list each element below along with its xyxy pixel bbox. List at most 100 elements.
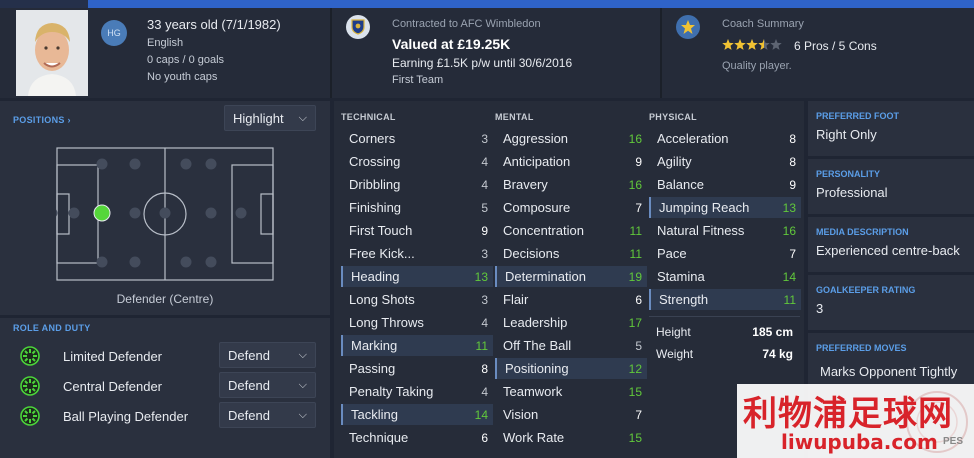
attribute-value: 14 [782,269,796,284]
attribute-name: Acceleration [657,131,729,146]
club-crest-icon[interactable] [346,15,370,39]
attribute-row-technical[interactable]: Penalty Taking 4 [341,381,493,402]
attribute-row-mental[interactable]: Bravery 16 [495,174,647,195]
attribute-row-mental[interactable]: Anticipation 9 [495,151,647,172]
attribute-row-mental[interactable]: Positioning 12 [495,358,647,379]
highlight-dropdown[interactable]: Highlight ⌵ [224,105,316,131]
attribute-name: Aggression [503,131,569,146]
attribute-row-physical[interactable]: Jumping Reach 13 [649,197,801,218]
attribute-row-mental[interactable]: Teamwork 15 [495,381,647,402]
attribute-value: 16 [628,131,642,146]
highlight-dropdown-value: Highlight [233,110,284,126]
homegrown-badge[interactable]: HG [101,20,127,46]
chevron-down-icon: ⌵ [298,378,307,391]
attribute-value: 19 [628,269,642,284]
attribute-row-physical[interactable]: Acceleration 8 [649,128,801,149]
attribute-value: 14 [474,407,488,422]
goalkeeper-rating-label: GOALKEEPER RATING [816,285,916,295]
duty-dropdown[interactable]: Defend ⌵ [219,342,316,368]
player-nationality[interactable]: English [147,37,183,49]
attribute-value: 7 [789,246,796,261]
attribute-row-technical[interactable]: Long Throws 4 [341,312,493,333]
top-strip [0,0,974,8]
attribute-name: Work Rate [503,430,565,445]
chevron-down-icon: ⌵ [298,408,307,421]
attribute-row-mental[interactable]: Determination 19 [495,266,647,287]
coach-star-icon [676,15,700,39]
coach-verdict: Quality player. [722,60,792,72]
weight-label: Weight [656,347,694,361]
attribute-row-mental[interactable]: Vision 7 [495,404,647,425]
duty-dropdown[interactable]: Defend ⌵ [219,372,316,398]
attribute-row-physical[interactable]: Agility 8 [649,151,801,172]
attribute-row-technical[interactable]: Technique 6 [341,427,493,448]
position-name: Defender (Centre) [116,292,214,306]
attribute-row-mental[interactable]: Concentration 11 [495,220,647,241]
player-value: Valued at £19.25K [392,36,511,52]
attribute-row-technical[interactable]: Long Shots 3 [341,289,493,310]
role-suitability-icon [20,346,40,366]
weight-value: 74 kg [762,347,793,361]
position-dot-dc[interactable] [93,204,111,222]
contract-club[interactable]: Contracted to AFC Wimbledon [392,18,541,30]
attribute-row-technical[interactable]: Crossing 4 [341,151,493,172]
attribute-name: Free Kick... [349,246,415,261]
duty-value: Defend [228,407,270,423]
squad-status[interactable]: First Team [392,74,443,86]
attribute-value: 13 [474,269,488,284]
attribute-row-technical[interactable]: Corners 3 [341,128,493,149]
preferred-move-item[interactable]: Marks Opponent Tightly [820,364,957,379]
attribute-value: 12 [628,361,642,376]
goalkeeper-rating-value: 3 [816,301,824,316]
attribute-row-technical[interactable]: Finishing 5 [341,197,493,218]
attribute-row-mental[interactable]: Flair 6 [495,289,647,310]
attribute-row-mental[interactable]: Work Rate 15 [495,427,647,448]
attribute-row-mental[interactable]: Composure 7 [495,197,647,218]
attribute-name: Decisions [503,246,560,261]
preferred-moves-label: PREFERRED MOVES [816,343,907,353]
personality-value[interactable]: Professional [816,185,888,200]
attribute-row-mental[interactable]: Decisions 11 [495,243,647,264]
positions-label[interactable]: POSITIONS › [13,115,71,125]
attribute-value: 17 [628,315,642,330]
attribute-row-technical[interactable]: Passing 8 [341,358,493,379]
attribute-value: 7 [635,200,642,215]
attribute-row-technical[interactable]: Free Kick... 3 [341,243,493,264]
attribute-value: 13 [782,200,796,215]
role-suitability-icon [20,376,40,396]
attribute-row-technical[interactable]: Heading 13 [341,266,493,287]
attribute-row-mental[interactable]: Leadership 17 [495,312,647,333]
coach-summary-title: Coach Summary [722,18,804,30]
player-age-dob: 33 years old (7/1/1982) [147,17,281,32]
duty-dropdown[interactable]: Defend ⌵ [219,402,316,428]
player-portrait [16,10,88,96]
height-label: Height [656,325,691,339]
attribute-row-physical[interactable]: Stamina 14 [649,266,801,287]
pros-cons[interactable]: 6 Pros / 5 Cons [794,39,877,53]
header-divider [330,8,332,98]
attribute-value: 4 [481,315,488,330]
attribute-value: 9 [635,154,642,169]
attribute-row-technical[interactable]: Tackling 14 [341,404,493,425]
attribute-row-mental[interactable]: Aggression 16 [495,128,647,149]
attribute-value: 8 [481,361,488,376]
chevron-down-icon: ⌵ [298,348,307,361]
attribute-row-physical[interactable]: Strength 11 [649,289,801,310]
watermark-chinese-text: 利物浦足球网 [743,394,953,434]
attribute-value: 7 [635,407,642,422]
goalkeeper-rating-box: GOALKEEPER RATING 3 [808,275,974,330]
attribute-row-physical[interactable]: Natural Fitness 16 [649,220,801,241]
attribute-row-physical[interactable]: Pace 7 [649,243,801,264]
personality-box: PERSONALITY Professional [808,159,974,214]
attribute-row-physical[interactable]: Balance 9 [649,174,801,195]
attribute-value: 9 [789,177,796,192]
attribute-row-mental[interactable]: Off The Ball 5 [495,335,647,356]
attribute-row-technical[interactable]: Dribbling 4 [341,174,493,195]
media-description-value[interactable]: Experienced centre-back [816,243,960,258]
attribute-name: Jumping Reach [659,200,750,215]
attribute-value: 11 [629,246,642,261]
attribute-row-technical[interactable]: First Touch 9 [341,220,493,241]
attribute-row-technical[interactable]: Marking 11 [341,335,493,356]
attribute-name: Marking [351,338,398,353]
attribute-name: Crossing [349,154,401,169]
